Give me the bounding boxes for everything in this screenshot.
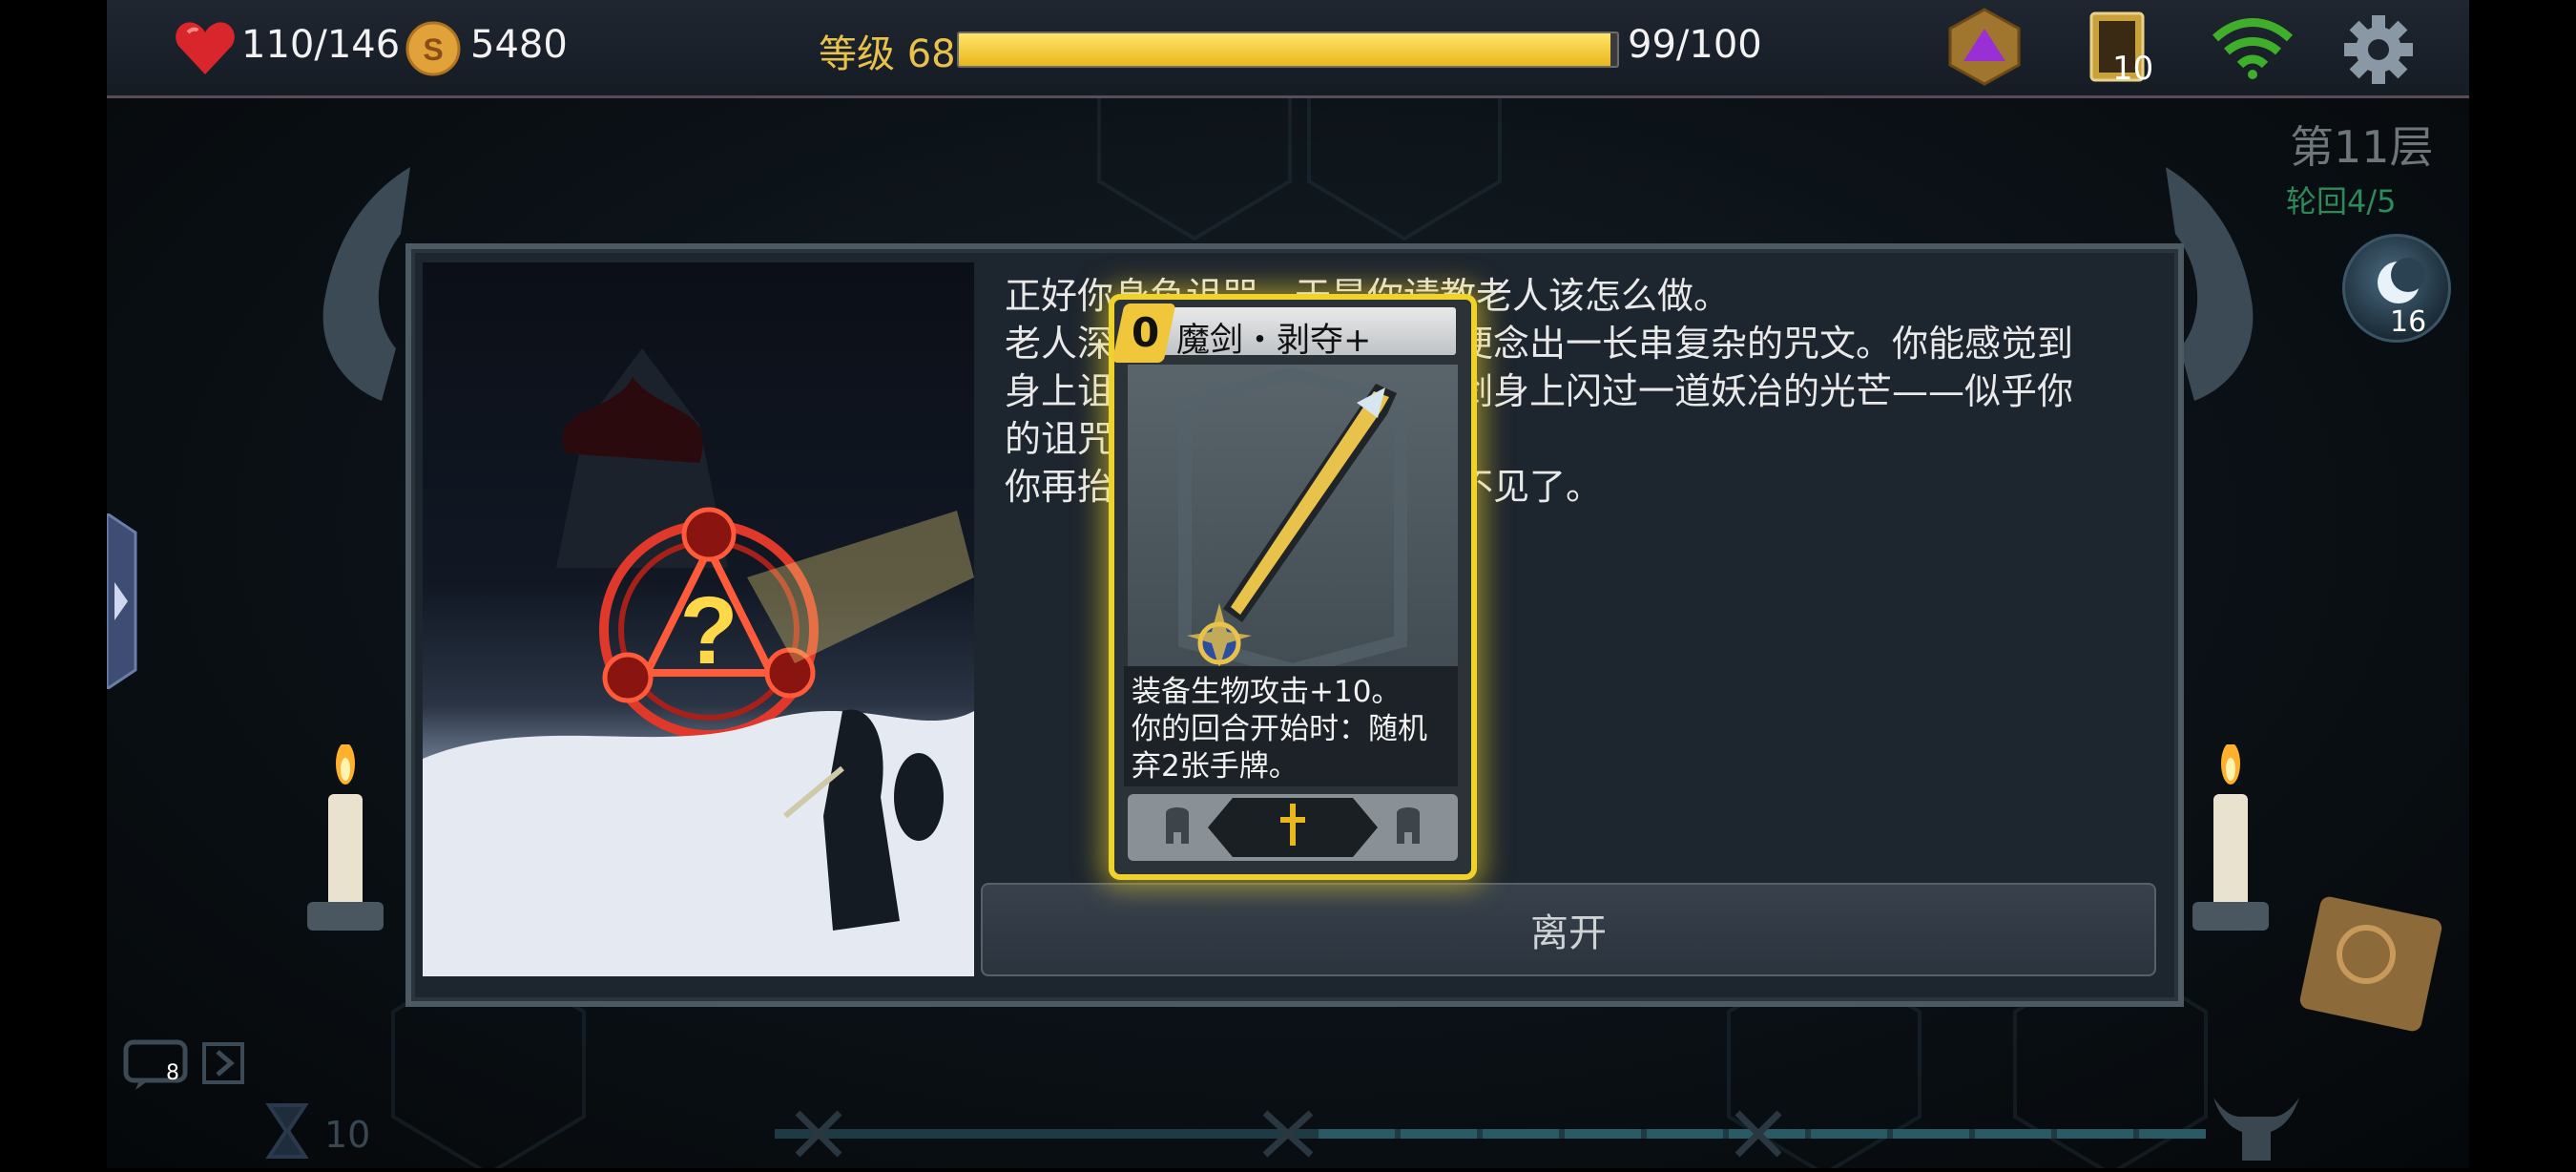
gold-value: 5480 <box>470 23 568 67</box>
hp-value: 110/146 <box>241 23 401 67</box>
heart-icon <box>176 22 235 75</box>
round-indicator: 轮回4/5 <box>2286 183 2397 220</box>
horned-helmet-icon <box>2213 1098 2299 1161</box>
xp-progress-fill <box>959 33 1611 66</box>
sword-icon <box>1178 366 1407 678</box>
hourglass-icon <box>265 1103 309 1159</box>
turn-count: 10 <box>324 1114 371 1156</box>
coin-icon: S <box>405 21 461 76</box>
card-art <box>1128 365 1458 680</box>
moon-count: 16 <box>2390 305 2427 339</box>
moon-icon <box>2378 258 2425 303</box>
deck-count: 10 <box>2112 50 2154 88</box>
floor-title: 第11层 <box>2290 121 2434 173</box>
svg-text:?: ? <box>679 577 737 684</box>
candle-right-icon <box>2192 744 2269 931</box>
map-scroll-icon[interactable] <box>2299 888 2442 1040</box>
chat-count: 8 <box>166 1061 179 1085</box>
side-drawer-tab[interactable] <box>107 513 139 689</box>
crossed-swords-icon <box>1735 1110 1782 1158</box>
leave-button[interactable]: 离开 <box>981 883 2156 976</box>
event-scene-art: ? <box>423 348 974 976</box>
card-description: 装备生物攻击+10。 你的回合开始时：随机 弃2张手牌。 <box>1124 666 1458 786</box>
helmet-icon <box>1397 807 1420 844</box>
xp-progress-bar <box>957 31 1619 68</box>
reward-card[interactable]: 魔剑・剥夺+ 0 装备生物攻击+10。 你的回合开始时：随机 弃2张手牌。 <box>1109 294 1477 880</box>
candle-left-icon <box>307 744 384 931</box>
level-label: 等级 68 <box>819 32 956 76</box>
helmet-icon <box>1166 807 1189 844</box>
wifi-icon[interactable] <box>2212 17 2294 80</box>
card-deck-button[interactable]: 10 <box>2088 8 2164 88</box>
chat-expand-button[interactable] <box>202 1042 244 1084</box>
crossed-axes-icon <box>1262 1110 1314 1158</box>
svg-text:S: S <box>423 32 443 67</box>
chat-icon[interactable] <box>122 1038 195 1092</box>
gear-icon[interactable] <box>2342 13 2415 86</box>
card-cost: 0 <box>1132 309 1160 356</box>
d20-dice-icon[interactable] <box>1946 8 2023 86</box>
event-illustration: ? <box>423 262 974 976</box>
card-footer-icons <box>1166 798 1420 857</box>
crossed-swords-icon <box>795 1110 842 1158</box>
card-title: 魔剑・剥夺+ <box>1176 322 1372 360</box>
xp-value: 99/100 <box>1628 23 1762 67</box>
card-footer <box>1128 794 1458 861</box>
